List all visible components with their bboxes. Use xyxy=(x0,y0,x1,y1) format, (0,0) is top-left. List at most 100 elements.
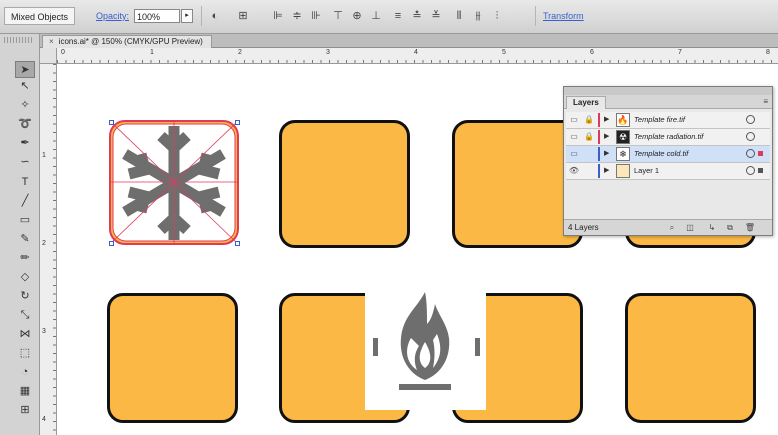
delete-layer-icon[interactable]: 🗑 xyxy=(744,222,756,234)
magic-wand-tool-icon[interactable]: ✧ xyxy=(15,97,35,114)
align-left-icon[interactable]: ⊫ xyxy=(271,8,285,24)
layer-name[interactable]: Template radiation.tif xyxy=(634,131,703,143)
selection-tool-icon[interactable]: ➤ xyxy=(15,61,35,78)
flame-thumb-icon: 🔥 xyxy=(616,113,630,127)
direct-selection-tool-icon[interactable]: ↖ xyxy=(15,78,35,95)
layer-name[interactable]: Template cold.tif xyxy=(634,148,688,160)
transform-link[interactable]: Transform xyxy=(543,11,584,21)
new-layer-icon[interactable]: ⧉ xyxy=(724,222,736,234)
opacity-input[interactable]: 100% xyxy=(134,9,180,23)
icon-tile[interactable] xyxy=(107,293,238,423)
pencil-tool-icon[interactable]: ✏ xyxy=(15,250,35,267)
vertical-ruler[interactable]: 1 2 3 4 xyxy=(40,64,57,435)
close-tab-icon[interactable]: × xyxy=(49,37,54,46)
lasso-tool-icon[interactable]: ➰ xyxy=(15,116,35,133)
layer-thumb-icon xyxy=(616,164,630,178)
mesh-tool-icon[interactable]: ⊞ xyxy=(15,402,35,419)
selection-indicator[interactable] xyxy=(758,168,763,173)
align-bottom-icon[interactable]: ⊥ xyxy=(369,8,383,24)
shape-builder-tool-icon[interactable]: ◔ xyxy=(15,364,35,381)
expand-triangle-icon[interactable]: ▶ xyxy=(604,148,609,160)
rectangle-tool-icon[interactable]: ▭ xyxy=(15,212,35,229)
snowflake-template-icon[interactable] xyxy=(107,118,242,248)
align-top-icon[interactable]: ⊤ xyxy=(331,8,345,24)
layer-color-bar xyxy=(598,164,600,178)
divider xyxy=(535,6,536,26)
horizontal-ruler[interactable]: 0 1 2 3 4 5 6 7 8 xyxy=(57,48,778,64)
type-tool-icon[interactable]: T xyxy=(15,174,35,191)
ruler-label: 2 xyxy=(238,49,242,56)
target-icon[interactable] xyxy=(746,132,755,141)
dist-top-icon[interactable]: ≡ xyxy=(391,8,405,24)
visibility-toggle-icon[interactable]: ▭ xyxy=(568,148,580,160)
artboard-canvas[interactable]: Layers ≡ ▭ 🔒 ▶ 🔥 Template fire.tif ▭ 🔒 ▶… xyxy=(57,64,778,435)
visibility-toggle-icon[interactable]: ▭ xyxy=(568,114,580,126)
rotate-tool-icon[interactable]: ↻ xyxy=(15,288,35,305)
panel-tab-row: Layers ≡ xyxy=(564,95,772,109)
ruler-label: 6 xyxy=(590,49,594,56)
eye-icon[interactable]: 👁 xyxy=(568,165,580,177)
opacity-dropdown-icon[interactable]: ▸ xyxy=(181,9,193,23)
ruler-origin[interactable] xyxy=(40,48,57,64)
visibility-toggle-icon[interactable]: ▭ xyxy=(568,131,580,143)
dist-right-icon[interactable]: ⫶ xyxy=(490,8,504,24)
locate-object-icon[interactable]: ⌕ xyxy=(666,222,678,234)
layer-row[interactable]: ▭ 🔒 ▶ ☢ Template radiation.tif xyxy=(566,129,770,146)
pen-tool-icon[interactable]: ✒ xyxy=(15,135,35,152)
expand-triangle-icon[interactable]: ▶ xyxy=(604,114,609,126)
free-transform-tool-icon[interactable]: ⬚ xyxy=(15,345,35,362)
line-tool-icon[interactable]: ╱ xyxy=(15,193,35,210)
paintbrush-tool-icon[interactable]: ✎ xyxy=(15,231,35,248)
radiation-thumb-icon: ☢ xyxy=(616,130,630,144)
panel-menu-icon[interactable]: ≡ xyxy=(763,97,768,106)
ruler-label: 0 xyxy=(61,49,65,56)
align-vcenter-icon[interactable]: ⊕ xyxy=(350,8,364,24)
opacity-label[interactable]: Opacity: xyxy=(96,11,129,21)
curvature-tool-icon[interactable]: ∽ xyxy=(15,154,35,171)
align-right-icon[interactable]: ⊪ xyxy=(309,8,323,24)
recolor-icon[interactable]: ⊞ xyxy=(236,8,250,24)
style-icon[interactable]: ◐ xyxy=(208,8,222,24)
layer-color-bar xyxy=(598,113,600,127)
selection-indicator[interactable] xyxy=(758,151,763,156)
lock-icon[interactable]: 🔒 xyxy=(583,114,595,126)
selection-handle[interactable] xyxy=(235,120,240,125)
target-icon[interactable] xyxy=(746,115,755,124)
width-tool-icon[interactable]: ⋈ xyxy=(15,326,35,343)
icon-tile[interactable] xyxy=(279,120,410,248)
make-clipping-mask-icon[interactable]: ◫ xyxy=(684,222,696,234)
align-hcenter-icon[interactable]: ≑ xyxy=(290,8,304,24)
scale-tool-icon[interactable]: ⤡ xyxy=(15,307,35,324)
dist-left-icon[interactable]: ⫴ xyxy=(452,8,466,24)
dist-vcenter-icon[interactable]: ≛ xyxy=(410,8,424,24)
selection-handle[interactable] xyxy=(109,241,114,246)
flame-template-icon[interactable] xyxy=(365,282,486,410)
expand-triangle-icon[interactable]: ▶ xyxy=(604,165,609,177)
layer-row[interactable]: 👁 ▶ Layer 1 xyxy=(566,163,770,180)
dist-hcenter-icon[interactable]: ⫵ xyxy=(471,8,485,24)
perspective-grid-tool-icon[interactable]: ▦ xyxy=(15,383,35,400)
layer-name[interactable]: Layer 1 xyxy=(634,165,659,177)
selection-handle[interactable] xyxy=(235,241,240,246)
eraser-tool-icon[interactable]: ◇ xyxy=(15,269,35,286)
selection-handle[interactable] xyxy=(109,120,114,125)
document-tab-bar: × icons.ai* @ 150% (CMYK/GPU Preview) xyxy=(40,34,778,48)
layer-row[interactable]: ▭ ▶ ❄ Template cold.tif xyxy=(566,146,770,163)
panel-grip[interactable] xyxy=(4,37,34,43)
panel-title-bar[interactable] xyxy=(564,87,772,95)
layer-color-bar xyxy=(598,147,600,161)
ruler-label: 1 xyxy=(42,152,46,159)
selection-type-label[interactable]: Mixed Objects xyxy=(4,7,76,25)
target-icon[interactable] xyxy=(746,166,755,175)
lock-icon[interactable]: 🔒 xyxy=(583,131,595,143)
target-icon[interactable] xyxy=(746,149,755,158)
expand-triangle-icon[interactable]: ▶ xyxy=(604,131,609,143)
icon-tile[interactable] xyxy=(625,293,756,423)
new-sublayer-icon[interactable]: ↳ xyxy=(706,222,718,234)
tab-layers[interactable]: Layers xyxy=(566,96,606,109)
ruler-label: 4 xyxy=(42,416,46,423)
layer-row[interactable]: ▭ 🔒 ▶ 🔥 Template fire.tif xyxy=(566,112,770,129)
layer-name[interactable]: Template fire.tif xyxy=(634,114,685,126)
dist-bottom-icon[interactable]: ≚ xyxy=(429,8,443,24)
document-tab[interactable]: × icons.ai* @ 150% (CMYK/GPU Preview) xyxy=(42,35,212,48)
